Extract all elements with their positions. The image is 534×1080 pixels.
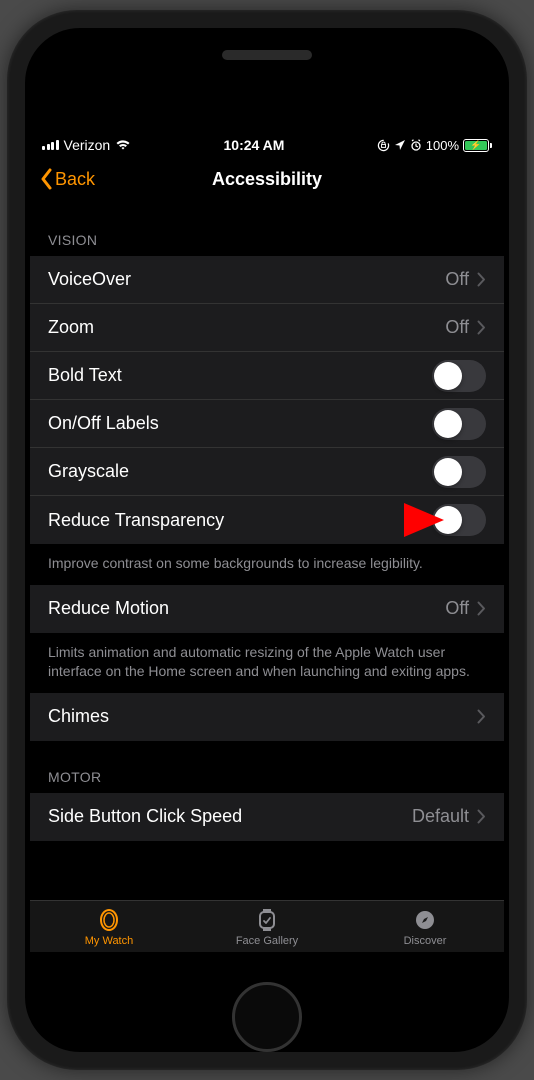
chevron-right-icon <box>477 320 486 335</box>
status-bar: Verizon 10:24 AM 100% ⚡ <box>30 134 504 156</box>
toggle-onoff-labels[interactable] <box>432 408 486 440</box>
page-title: Accessibility <box>212 169 322 190</box>
chevron-left-icon <box>40 168 53 190</box>
cell-value: Off <box>445 269 469 290</box>
tab-my-watch[interactable]: My Watch <box>30 901 188 952</box>
toggle-bold-text[interactable] <box>432 360 486 392</box>
cell-label: Reduce Transparency <box>48 510 432 531</box>
cell-reduce-motion[interactable]: Reduce Motion Off <box>30 585 504 633</box>
cell-reduce-transparency[interactable]: Reduce Transparency <box>30 496 504 544</box>
back-button[interactable]: Back <box>40 168 95 190</box>
chevron-right-icon <box>477 709 486 724</box>
cell-voiceover[interactable]: VoiceOver Off <box>30 256 504 304</box>
toggle-grayscale[interactable] <box>432 456 486 488</box>
tab-discover[interactable]: Discover <box>346 901 504 952</box>
orientation-lock-icon <box>377 139 390 152</box>
alarm-icon <box>410 139 422 151</box>
settings-list[interactable]: VISION VoiceOver Off Zoom Off Bold Text <box>30 202 504 900</box>
home-button[interactable] <box>232 982 302 1052</box>
cell-label: Grayscale <box>48 461 432 482</box>
cell-bold-text[interactable]: Bold Text <box>30 352 504 400</box>
watch-icon <box>96 907 122 933</box>
nav-bar: Back Accessibility <box>30 156 504 202</box>
cell-label: VoiceOver <box>48 269 445 290</box>
tab-label: Discover <box>404 935 447 947</box>
tab-label: Face Gallery <box>236 935 298 947</box>
cell-label: Side Button Click Speed <box>48 806 412 827</box>
tab-bar: My Watch Face Gallery Discover <box>30 900 504 952</box>
carrier-label: Verizon <box>64 137 111 153</box>
toggle-reduce-transparency[interactable] <box>432 504 486 536</box>
location-icon <box>394 139 406 151</box>
cell-side-button-speed[interactable]: Side Button Click Speed Default <box>30 793 504 841</box>
cell-label: Bold Text <box>48 365 432 386</box>
compass-icon <box>412 907 438 933</box>
face-gallery-icon <box>254 907 280 933</box>
wifi-icon <box>115 139 131 151</box>
cell-label: Chimes <box>48 706 477 727</box>
chevron-right-icon <box>477 601 486 616</box>
cell-value: Off <box>445 598 469 619</box>
cell-grayscale[interactable]: Grayscale <box>30 448 504 496</box>
section-header-motor: MOTOR <box>30 741 504 793</box>
section-header-vision: VISION <box>30 202 504 256</box>
battery-icon: ⚡ <box>463 139 492 152</box>
status-time: 10:24 AM <box>224 137 285 153</box>
tab-face-gallery[interactable]: Face Gallery <box>188 901 346 952</box>
cell-chimes[interactable]: Chimes <box>30 693 504 741</box>
chevron-right-icon <box>477 272 486 287</box>
cell-label: On/Off Labels <box>48 413 432 434</box>
back-label: Back <box>55 169 95 190</box>
cell-value: Off <box>445 317 469 338</box>
cell-zoom[interactable]: Zoom Off <box>30 304 504 352</box>
tab-label: My Watch <box>85 935 134 947</box>
signal-icon <box>42 140 59 150</box>
footer-vision: Improve contrast on some backgrounds to … <box>30 544 504 585</box>
chevron-right-icon <box>477 809 486 824</box>
cell-onoff-labels[interactable]: On/Off Labels <box>30 400 504 448</box>
phone-speaker <box>222 50 312 60</box>
cell-label: Zoom <box>48 317 445 338</box>
phone-frame: Verizon 10:24 AM 100% ⚡ <box>7 10 527 1070</box>
cell-value: Default <box>412 806 469 827</box>
footer-reduce-motion: Limits animation and automatic resizing … <box>30 633 504 693</box>
cell-label: Reduce Motion <box>48 598 445 619</box>
battery-percent: 100% <box>426 138 459 153</box>
